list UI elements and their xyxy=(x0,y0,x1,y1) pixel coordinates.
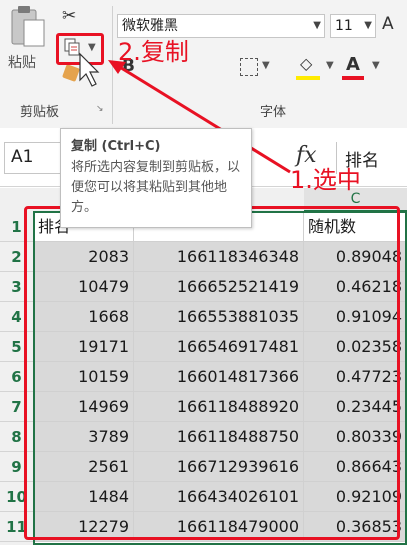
table-row: 3789 166118488750 0.80339 xyxy=(34,422,407,452)
step2-annotation: 2.复制 xyxy=(118,38,189,66)
table-cell[interactable]: 166546917481 xyxy=(134,332,304,362)
table-cell[interactable]: 166434026101 xyxy=(134,482,304,512)
row-header[interactable]: 11 xyxy=(0,512,33,542)
table-row: 14969 166118488920 0.23445 xyxy=(34,392,407,422)
table-cell[interactable]: 1484 xyxy=(34,482,134,512)
table-cell[interactable]: 0.47723 xyxy=(304,362,407,392)
font-color-swatch xyxy=(342,76,364,80)
table-cell[interactable]: 0.80339 xyxy=(304,422,407,452)
row-headers: 1 2 3 4 5 6 7 8 9 10 11 xyxy=(0,212,34,545)
borders-dropdown-icon[interactable]: ▼ xyxy=(262,60,270,71)
step1-annotation: 1.选中 xyxy=(290,166,361,194)
table-cell[interactable]: 10479 xyxy=(34,272,134,302)
copy-tooltip: 复制 (Ctrl+C) 将所选内容复制到剪贴板，以便您可以将其粘贴到其他地方。 xyxy=(60,128,252,228)
table-cell[interactable]: 0.92109 xyxy=(304,482,407,512)
table-cell[interactable]: 0.86643 xyxy=(304,452,407,482)
row-header[interactable]: 8 xyxy=(0,422,33,452)
group-separator xyxy=(112,6,113,124)
table-cell[interactable]: 0.36853 xyxy=(304,512,407,542)
table-row: 2083 166118346348 0.89048 xyxy=(34,242,407,272)
sheet-grid[interactable]: 排名 随机数 2083 166118346348 0.89048 10479 1666525… xyxy=(34,212,407,545)
row-header[interactable]: 7 xyxy=(0,392,33,422)
table-cell[interactable]: 0.89048 xyxy=(304,242,407,272)
copy-highlight-box xyxy=(56,33,104,65)
table-cell[interactable]: 0.23445 xyxy=(304,392,407,422)
table-row: 19171 166546917481 0.02358 xyxy=(34,332,407,362)
row-header[interactable]: 1 xyxy=(0,212,33,242)
clipboard-group-label: 剪贴板 xyxy=(20,105,60,120)
table-cell[interactable]: 166118488750 xyxy=(134,422,304,452)
row-header[interactable]: 10 xyxy=(0,482,33,512)
row-header[interactable]: 5 xyxy=(0,332,33,362)
font-color-button[interactable]: A xyxy=(346,54,360,75)
clipboard-launcher-icon[interactable]: ↘ xyxy=(96,104,104,114)
table-cell[interactable]: 166652521419 xyxy=(134,272,304,302)
row-header[interactable]: 3 xyxy=(0,272,33,302)
table-cell[interactable]: 14969 xyxy=(34,392,134,422)
cut-icon[interactable]: ✂ xyxy=(62,6,76,26)
fill-color-swatch xyxy=(296,76,320,80)
tooltip-title: 复制 (Ctrl+C) xyxy=(71,139,161,154)
row-header[interactable]: 6 xyxy=(0,362,33,392)
paste-icon xyxy=(11,6,45,47)
fill-color-icon[interactable]: ◇ xyxy=(300,54,312,73)
table-row: 1668 166553881035 0.91094 xyxy=(34,302,407,332)
paste-label: 粘贴 xyxy=(8,55,36,71)
table-cell[interactable]: 166553881035 xyxy=(134,302,304,332)
grow-font-button[interactable]: A xyxy=(382,14,394,34)
font-color-dropdown-icon[interactable]: ▼ xyxy=(372,60,380,71)
tooltip-body: 将所选内容复制到剪贴板，以便您可以将其粘贴到其他地方。 xyxy=(71,160,241,215)
table-cell[interactable]: 2561 xyxy=(34,452,134,482)
table-cell[interactable]: 3789 xyxy=(34,422,134,452)
row-header[interactable]: 9 xyxy=(0,452,33,482)
row-header[interactable]: 2 xyxy=(0,242,33,272)
table-cell[interactable]: 166118479000 xyxy=(134,512,304,542)
table-cell[interactable]: 1668 xyxy=(34,302,134,332)
header-cell[interactable]: 随机数 xyxy=(304,212,407,242)
borders-icon[interactable] xyxy=(240,58,258,76)
table-row: 12279 166118479000 0.36853 xyxy=(34,512,407,542)
table-cell[interactable]: 10159 xyxy=(34,362,134,392)
font-size-value: 11 xyxy=(335,18,353,34)
table-cell[interactable]: 0.91094 xyxy=(304,302,407,332)
table-cell[interactable]: 2083 xyxy=(34,242,134,272)
font-size-select[interactable]: 11 ▼ xyxy=(330,14,376,38)
table-cell[interactable]: 19171 xyxy=(34,332,134,362)
table-cell[interactable]: 166712939616 xyxy=(134,452,304,482)
fill-color-dropdown-icon[interactable]: ▼ xyxy=(326,60,334,71)
chevron-down-icon: ▼ xyxy=(313,20,321,31)
table-row: 1484 166434026101 0.92109 xyxy=(34,482,407,512)
chevron-down-icon: ▼ xyxy=(364,20,372,31)
table-cell[interactable]: 0.02358 xyxy=(304,332,407,362)
table-row: 10159 166014817366 0.47723 xyxy=(34,362,407,392)
table-cell[interactable]: 166014817366 xyxy=(134,362,304,392)
table-cell[interactable]: 0.46218 xyxy=(304,272,407,302)
font-group-label: 字体 xyxy=(260,105,287,120)
table-cell[interactable]: 166118488920 xyxy=(134,392,304,422)
table-row: 10479 166652521419 0.46218 xyxy=(34,272,407,302)
table-row: 2561 166712939616 0.86643 xyxy=(34,452,407,482)
table-cell[interactable]: 166118346348 xyxy=(134,242,304,272)
table-cell[interactable]: 12279 xyxy=(34,512,134,542)
row-header[interactable]: 4 xyxy=(0,302,33,332)
